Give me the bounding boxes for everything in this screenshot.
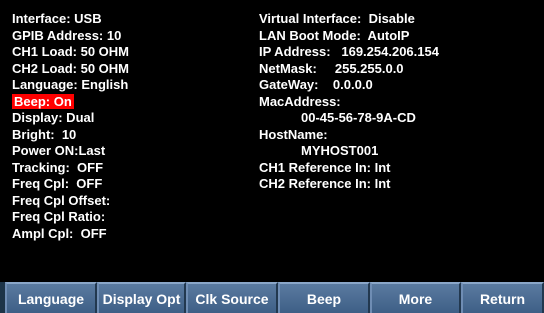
ip-address-setting: IP Address: 169.254.206.154 — [259, 44, 439, 59]
settings-left-column: Interface: USB GPIB Address: 10 CH1 Load… — [12, 11, 242, 242]
gpib-address-setting: GPIB Address: 10 — [12, 27, 122, 43]
hostname-label: HostName: — [259, 126, 328, 142]
instrument-screen: Interface: USB GPIB Address: 10 CH1 Load… — [0, 0, 544, 313]
lan-boot-mode-setting: LAN Boot Mode: AutoIP — [259, 27, 410, 43]
hostname-value: MYHOST001 — [301, 143, 379, 158]
softkey-bar: Language Display Opt Clk Source Beep Mor… — [0, 282, 544, 313]
beep-setting-row: Beep: On — [12, 93, 242, 111]
display-setting: Display: Dual — [12, 110, 95, 125]
virtual-interface-setting: Virtual Interface: Disable — [259, 11, 415, 26]
more-softkey[interactable]: More — [370, 282, 461, 313]
gateway-setting: GateWay: 0.0.0.0 — [259, 77, 373, 92]
ch1-load-setting: CH1 Load: 50 OHM — [12, 44, 130, 59]
bright-setting: Bright: 10 — [12, 126, 77, 142]
freq-cpl-setting: Freq Cpl: OFF — [12, 176, 103, 191]
display-opt-softkey[interactable]: Display Opt — [97, 282, 186, 313]
freq-cpl-ratio-setting: Freq Cpl Ratio: — [12, 209, 106, 224]
clk-source-softkey[interactable]: Clk Source — [186, 282, 278, 313]
settings-right-column: Virtual Interface: Disable LAN Boot Mode… — [259, 11, 539, 193]
ch2-load-setting: CH2 Load: 50 OHM — [12, 60, 130, 76]
beep-setting-highlighted: Beep: On — [12, 93, 74, 109]
mac-address-label: MacAddress: — [259, 93, 341, 109]
interface-setting: Interface: USB — [12, 11, 102, 26]
freq-cpl-offset-setting: Freq Cpl Offset: — [12, 192, 111, 208]
ch2-reference-in-setting: CH2 Reference In: Int — [259, 176, 391, 191]
tracking-setting: Tracking: OFF — [12, 159, 104, 175]
beep-softkey[interactable]: Beep — [278, 282, 370, 313]
ch1-reference-in-setting: CH1 Reference In: Int — [259, 159, 391, 175]
return-softkey[interactable]: Return — [461, 282, 544, 313]
power-on-setting: Power ON:Last — [12, 143, 106, 158]
mac-address-value: 00-45-56-78-9A-CD — [301, 110, 416, 125]
language-softkey[interactable]: Language — [5, 282, 97, 313]
ampl-cpl-setting: Ampl Cpl: OFF — [12, 225, 107, 241]
netmask-setting: NetMask: 255.255.0.0 — [259, 60, 404, 76]
language-setting: Language: English — [12, 77, 129, 92]
